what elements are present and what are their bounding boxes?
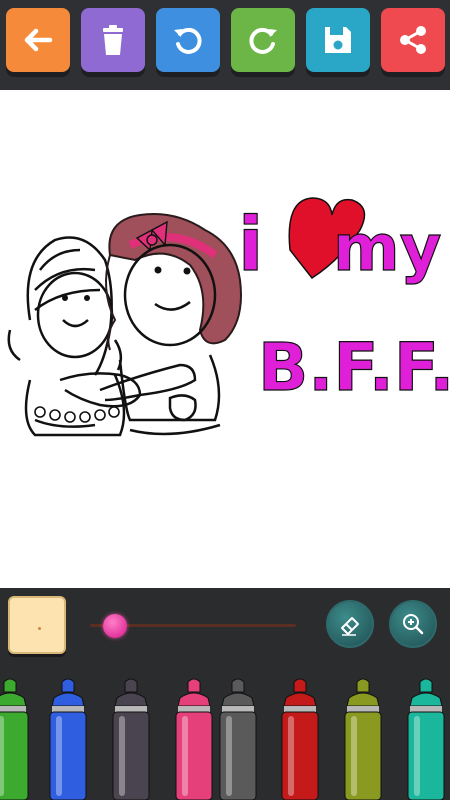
drawing-canvas[interactable]: i my B.F.F.! [0,90,450,588]
marker-teal[interactable] [406,676,446,800]
zoom-in-icon [403,614,424,635]
coloring-page-illustration[interactable]: i my B.F.F.! [0,90,450,588]
marker-gray[interactable] [218,676,258,800]
share-icon [400,26,426,54]
back-button[interactable] [6,8,70,72]
marker-icon [49,678,87,800]
coloring-app: i my B.F.F.! [0,0,450,800]
title-i: i [238,202,263,288]
left-girl-outline [7,236,142,437]
trash-icon [103,25,123,55]
top-toolbar [0,0,450,90]
undo-button[interactable] [156,8,220,72]
brush-controls [0,588,450,660]
marker-icon [175,678,213,800]
marker-red[interactable] [280,676,320,800]
marker-pink[interactable] [174,676,214,800]
save-button[interactable] [306,8,370,72]
right-girl-face [154,266,191,311]
marker-icon [219,678,257,800]
title-my: my [333,212,441,286]
brush-size-slider-thumb[interactable] [102,614,127,638]
marker-blue[interactable] [48,676,88,800]
marker-icon [281,678,319,800]
redo-button[interactable] [231,8,295,72]
eraser-icon [341,617,359,636]
delete-button[interactable] [81,8,145,72]
back-arrow-icon [24,28,53,52]
zoom-button[interactable] [389,600,437,648]
marker-olive[interactable] [343,676,383,800]
marker-icon [344,678,382,800]
undo-icon [174,27,202,54]
marker-dark-gray[interactable] [111,676,151,800]
redo-icon [249,27,277,54]
save-icon [325,27,351,53]
marker-icon [0,678,29,800]
share-button[interactable] [381,8,445,72]
title-bff: B.F.F.! [258,329,450,406]
current-color-swatch[interactable] [8,596,66,654]
eraser-button[interactable] [326,600,374,648]
marker-green[interactable] [0,676,30,800]
marker-icon [407,678,445,800]
left-girl-face [62,295,90,328]
marker-palette [0,660,450,800]
left-girl-flowers [34,406,120,423]
marker-icon [112,678,150,800]
brush-preview-dot [38,627,41,630]
